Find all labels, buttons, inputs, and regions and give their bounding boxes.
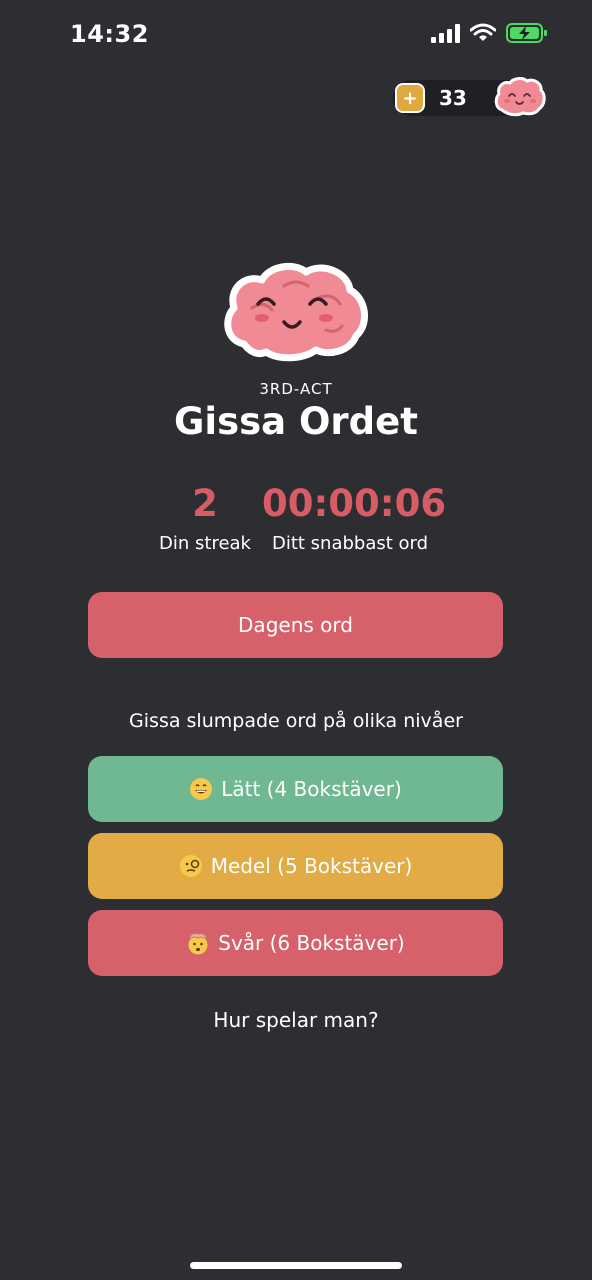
status-time: 14:32 xyxy=(70,20,149,48)
add-coins-button[interactable]: + xyxy=(395,83,425,113)
brand-label: 3RD-ACT xyxy=(259,380,333,398)
battery-charging-icon xyxy=(506,23,547,43)
exploding-head-icon xyxy=(186,931,210,955)
streak-label: Din streak xyxy=(159,533,251,554)
grinning-face-icon xyxy=(189,777,213,801)
monocle-face-icon xyxy=(179,854,203,878)
coin-count: 33 xyxy=(439,86,467,110)
medium-level-label: Medel (5 Bokstäver) xyxy=(210,854,413,878)
brain-avatar-icon[interactable] xyxy=(494,76,546,118)
hard-level-button[interactable]: Svår (6 Bokstäver) xyxy=(88,910,503,976)
status-icons xyxy=(431,22,548,44)
streak-stat: 2 Din streak xyxy=(140,482,270,554)
daily-word-label: Dagens ord xyxy=(238,613,353,637)
coin-balance: + 33 xyxy=(393,77,546,117)
streak-value: 2 xyxy=(192,482,218,525)
wifi-icon xyxy=(470,23,496,41)
fastest-value: 00:00:06 xyxy=(262,482,447,525)
page-title: Gissa Ordet xyxy=(174,400,418,443)
fastest-label: Ditt snabbast ord xyxy=(271,533,429,554)
easy-level-label: Lätt (4 Bokstäver) xyxy=(221,777,402,801)
status-bar: 14:32 xyxy=(0,0,592,70)
easy-level-button[interactable]: Lätt (4 Bokstäver) xyxy=(88,756,503,822)
home-indicator[interactable] xyxy=(190,1262,402,1269)
hard-level-label: Svår (6 Bokstäver) xyxy=(218,931,405,955)
brain-logo-icon xyxy=(224,262,368,362)
how-to-play-link[interactable]: Hur spelar man? xyxy=(0,1008,592,1032)
levels-heading: Gissa slumpade ord på olika nivåer xyxy=(129,710,463,732)
fastest-stat: 00:00:06 Ditt snabbast ord xyxy=(262,482,447,554)
daily-word-button[interactable]: Dagens ord xyxy=(88,592,503,658)
cellular-signal-icon xyxy=(431,23,460,43)
medium-level-button[interactable]: Medel (5 Bokstäver) xyxy=(88,833,503,899)
